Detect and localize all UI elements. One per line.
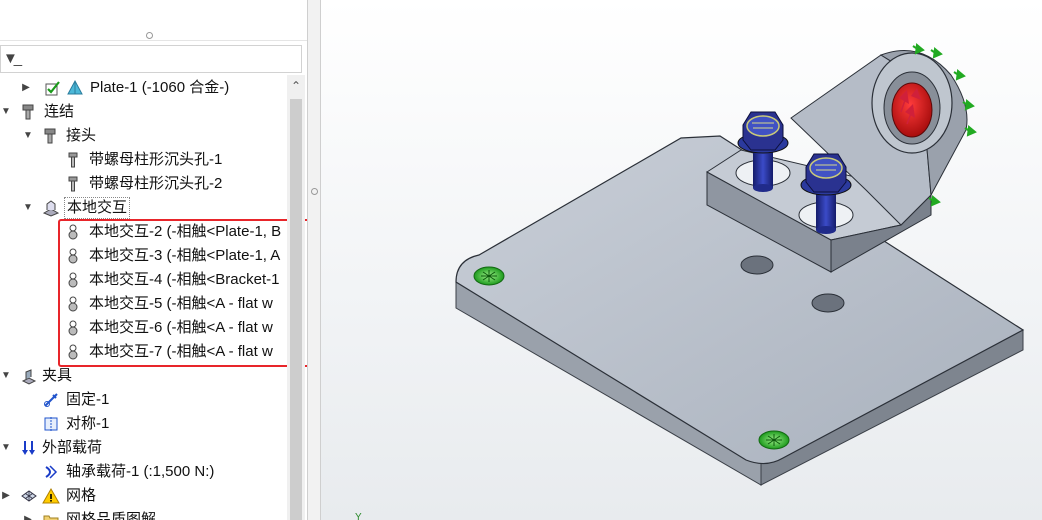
expand-arrow-icon[interactable]: ▶ xyxy=(22,508,34,520)
local-interactions-icon xyxy=(42,199,60,217)
collapse-arrow-icon[interactable]: ▼ xyxy=(22,124,34,148)
fixed-geometry-icon xyxy=(42,391,60,409)
tree-item-label: 对称-1 xyxy=(66,415,110,432)
part-checkmark-icon xyxy=(44,79,62,97)
warning-icon xyxy=(42,487,60,505)
tree-item-label: 网格品质图解 xyxy=(66,511,157,520)
tree-item-bolts[interactable]: ▼ 接头 xyxy=(0,124,287,148)
tree-item-label: 网格 xyxy=(66,487,97,504)
tree-item-label: 外部载荷 xyxy=(42,439,103,456)
fixtures-icon xyxy=(20,367,38,385)
tree-item-fixtures[interactable]: ▼ 夹具 xyxy=(0,364,287,388)
tree-item-mesh[interactable]: ▶ 网格 xyxy=(0,484,287,508)
collapse-arrow-icon[interactable]: ▼ xyxy=(22,196,34,220)
tree-item-connections[interactable]: ▼ 连结 xyxy=(0,100,287,124)
tree-scrollbar[interactable]: ⌃ xyxy=(287,75,305,520)
tree-item-label: 连结 xyxy=(44,103,75,120)
tree-filter-box[interactable]: ▼̲ xyxy=(0,45,302,73)
simulation-tree-panel: ▼̲ ▶ Plate-1 (-1060 合金-) ▼ 连结 ▼ 接头 带螺母柱形… xyxy=(0,0,307,520)
fixture-marker xyxy=(473,266,505,286)
bolt-icon xyxy=(64,175,82,193)
graphics-viewport[interactable]: Y xyxy=(321,0,1042,520)
connections-icon xyxy=(20,103,38,121)
tree-item-symmetry-1[interactable]: 对称-1 xyxy=(0,412,287,436)
fixture-marker xyxy=(758,430,790,450)
collapse-arrow-icon[interactable]: ▼ xyxy=(0,100,12,124)
tree-item-label: 夹具 xyxy=(42,367,73,384)
triad-y-label: Y xyxy=(355,512,362,520)
bolt-connector-icon xyxy=(42,127,60,145)
panel-resize-grip[interactable] xyxy=(0,0,307,41)
bolt-icon xyxy=(64,151,82,169)
filter-icon[interactable]: ▼̲ xyxy=(3,51,18,67)
collapse-arrow-icon[interactable]: ▶ xyxy=(0,484,12,508)
tree-item-label: 固定-1 xyxy=(66,391,110,408)
tree-item-bolt-2[interactable]: 带螺母柱形沉头孔-2 xyxy=(0,172,287,196)
scrollbar-thumb[interactable] xyxy=(290,99,302,520)
tree-item-label: 带螺母柱形沉头孔-2 xyxy=(89,175,223,192)
tree-item-label: 本地交互 xyxy=(64,197,131,219)
tree-item-plate-1[interactable]: ▶ Plate-1 (-1060 合金-) xyxy=(0,76,287,100)
tree-item-label: Plate-1 (-1060 合金-) xyxy=(90,79,230,96)
tree-item-local-interactions[interactable]: ▼ 本地交互 xyxy=(0,196,287,220)
tree-item-label: 接头 xyxy=(66,127,97,144)
panel-splitter[interactable] xyxy=(307,0,321,520)
tree-item-label: 轴承载荷-1 (:1,500 N:) xyxy=(66,463,215,480)
tree-item-external-loads[interactable]: ▼ 外部载荷 xyxy=(0,436,287,460)
collapse-arrow-icon[interactable]: ▼ xyxy=(0,436,12,460)
mesh-icon xyxy=(20,487,38,505)
highlight-box xyxy=(58,219,307,367)
tree-item-mesh-quality[interactable]: ▶ 网格品质图解 xyxy=(0,508,287,520)
symmetry-icon xyxy=(42,415,60,433)
external-loads-icon xyxy=(20,439,38,457)
tree-item-bearing-load-1[interactable]: 轴承载荷-1 (:1,500 N:) xyxy=(0,460,287,484)
expand-arrow-icon[interactable]: ▶ xyxy=(20,76,32,100)
collapse-arrow-icon[interactable]: ▼ xyxy=(0,364,12,388)
solid-body-icon xyxy=(66,79,84,97)
assembly-model[interactable]: Y xyxy=(321,0,1042,520)
scroll-up-icon[interactable]: ⌃ xyxy=(287,79,305,93)
tree-item-bolt-1[interactable]: 带螺母柱形沉头孔-1 xyxy=(0,148,287,172)
tree-item-label: 带螺母柱形沉头孔-1 xyxy=(89,151,223,168)
folder-icon xyxy=(42,511,60,520)
bearing-load-icon xyxy=(42,463,60,481)
tree-item-fixed-1[interactable]: 固定-1 xyxy=(0,388,287,412)
